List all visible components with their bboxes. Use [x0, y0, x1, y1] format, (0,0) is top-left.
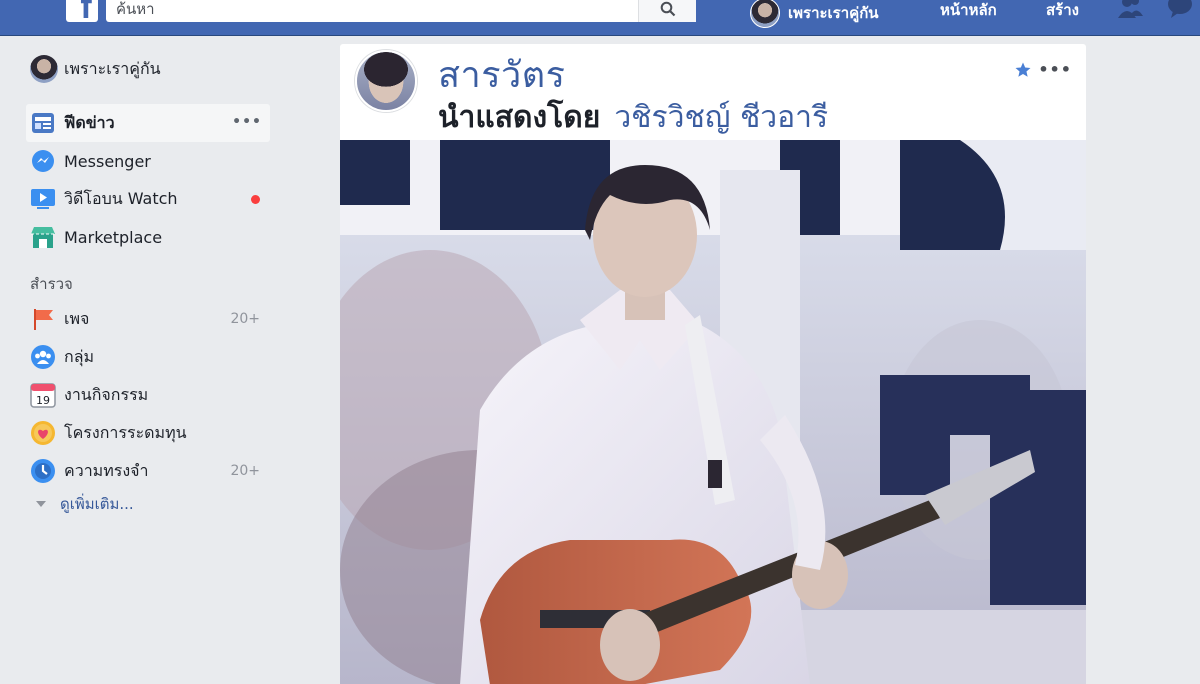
sidebar-profile-link[interactable]: เพราะเราคู่กัน — [26, 52, 270, 86]
sidebar-item-label: โครงการระดมทุน — [64, 422, 187, 442]
friend-requests-icon[interactable] — [1115, 0, 1145, 18]
watch-icon — [30, 186, 56, 212]
search-button[interactable] — [638, 0, 696, 22]
sidebar-item-pages[interactable]: เพจ 20+ — [26, 300, 270, 338]
sidebar-item-messenger[interactable]: Messenger — [26, 142, 270, 180]
sidebar-item-label: วิดีโอบน Watch — [64, 188, 178, 208]
search-bar — [106, 0, 696, 22]
marketplace-icon — [30, 224, 56, 250]
avatar — [30, 55, 58, 83]
sidebar-item-events[interactable]: 19 งานกิจกรรม — [26, 376, 270, 414]
top-navigation-bar: f เพราะเราคู่กัน หน้าหลัก สร้าง — [0, 0, 1200, 36]
profile-name: เพราะเราคู่กัน — [788, 4, 879, 22]
post-avatar[interactable] — [355, 50, 417, 112]
post-header: สารวัตร นำแสดงโดย วชิรวิชญ์ ชีวอารี ••• — [340, 44, 1086, 140]
sidebar-item-label: งานกิจกรรม — [64, 384, 149, 404]
sidebar-item-news-feed[interactable]: ฟีดข่าว ••• — [26, 104, 270, 142]
sidebar-item-label: ความทรงจำ — [64, 460, 149, 480]
messenger-icon[interactable] — [1165, 0, 1195, 18]
calendar-day: 19 — [36, 394, 50, 407]
star-icon[interactable] — [1014, 61, 1032, 79]
sidebar-item-fundraisers[interactable]: โครงการระดมทุน — [26, 414, 270, 452]
notification-dot — [251, 195, 260, 204]
sidebar-item-label: Marketplace — [64, 227, 163, 247]
sidebar-item-groups[interactable]: กลุ่ม — [26, 338, 270, 376]
search-input[interactable] — [106, 0, 636, 21]
sidebar-profile-name: เพราะเราคู่กัน — [64, 58, 161, 78]
sidebar-count-badge: 20+ — [230, 463, 260, 479]
top-icons-group — [1115, 0, 1195, 18]
post-photo-image — [340, 140, 1086, 684]
create-link[interactable]: สร้าง — [1046, 0, 1079, 22]
sidebar-item-memories[interactable]: ความทรงจำ 20+ — [26, 452, 270, 490]
post-photo[interactable] — [340, 140, 1086, 684]
sidebar-item-label: ฟีดข่าว — [64, 112, 115, 132]
news-feed-icon — [30, 110, 56, 136]
sidebar-count-badge: 20+ — [230, 311, 260, 327]
sidebar-item-label: กลุ่ม — [64, 346, 95, 366]
explore-heading: สำรวจ — [30, 275, 73, 293]
post-menu: ••• — [1014, 60, 1072, 79]
flag-icon — [30, 306, 56, 332]
post-subtitle: นำแสดงโดย วชิรวิชญ์ ชีวอารี — [438, 94, 828, 141]
groups-icon — [30, 344, 56, 370]
see-more-label: ดูเพิ่มเติม... — [60, 495, 134, 513]
calendar-icon: 19 — [30, 382, 56, 408]
top-profile-link[interactable]: เพราะเราคู่กัน — [750, 0, 879, 28]
left-sidebar: เพราะเราคู่กัน ฟีดข่าว ••• Messenger วิด… — [26, 52, 270, 518]
messenger-icon — [30, 148, 56, 174]
sidebar-item-watch[interactable]: วิดีโอบน Watch — [26, 180, 270, 218]
more-options-icon[interactable]: ••• — [232, 114, 262, 130]
home-link[interactable]: หน้าหลัก — [940, 0, 997, 22]
fundraiser-icon — [30, 420, 56, 446]
facebook-logo-icon[interactable]: f — [66, 0, 98, 22]
search-icon — [660, 1, 675, 17]
sidebar-item-label: Messenger — [64, 151, 151, 171]
see-more-link[interactable]: ดูเพิ่มเติม... — [26, 490, 270, 518]
memories-icon — [30, 458, 56, 484]
sidebar-item-marketplace[interactable]: Marketplace — [26, 218, 270, 256]
more-options-icon[interactable]: ••• — [1038, 60, 1072, 79]
sidebar-item-label: เพจ — [64, 308, 90, 328]
post-subtitle-prefix: นำแสดงโดย — [438, 100, 601, 135]
avatar — [750, 0, 780, 28]
chevron-down-icon — [36, 501, 46, 507]
post-card: สารวัตร นำแสดงโดย วชิรวิชญ์ ชีวอารี ••• — [340, 44, 1086, 684]
post-actor-name[interactable]: วชิรวิชญ์ ชีวอารี — [614, 100, 828, 135]
